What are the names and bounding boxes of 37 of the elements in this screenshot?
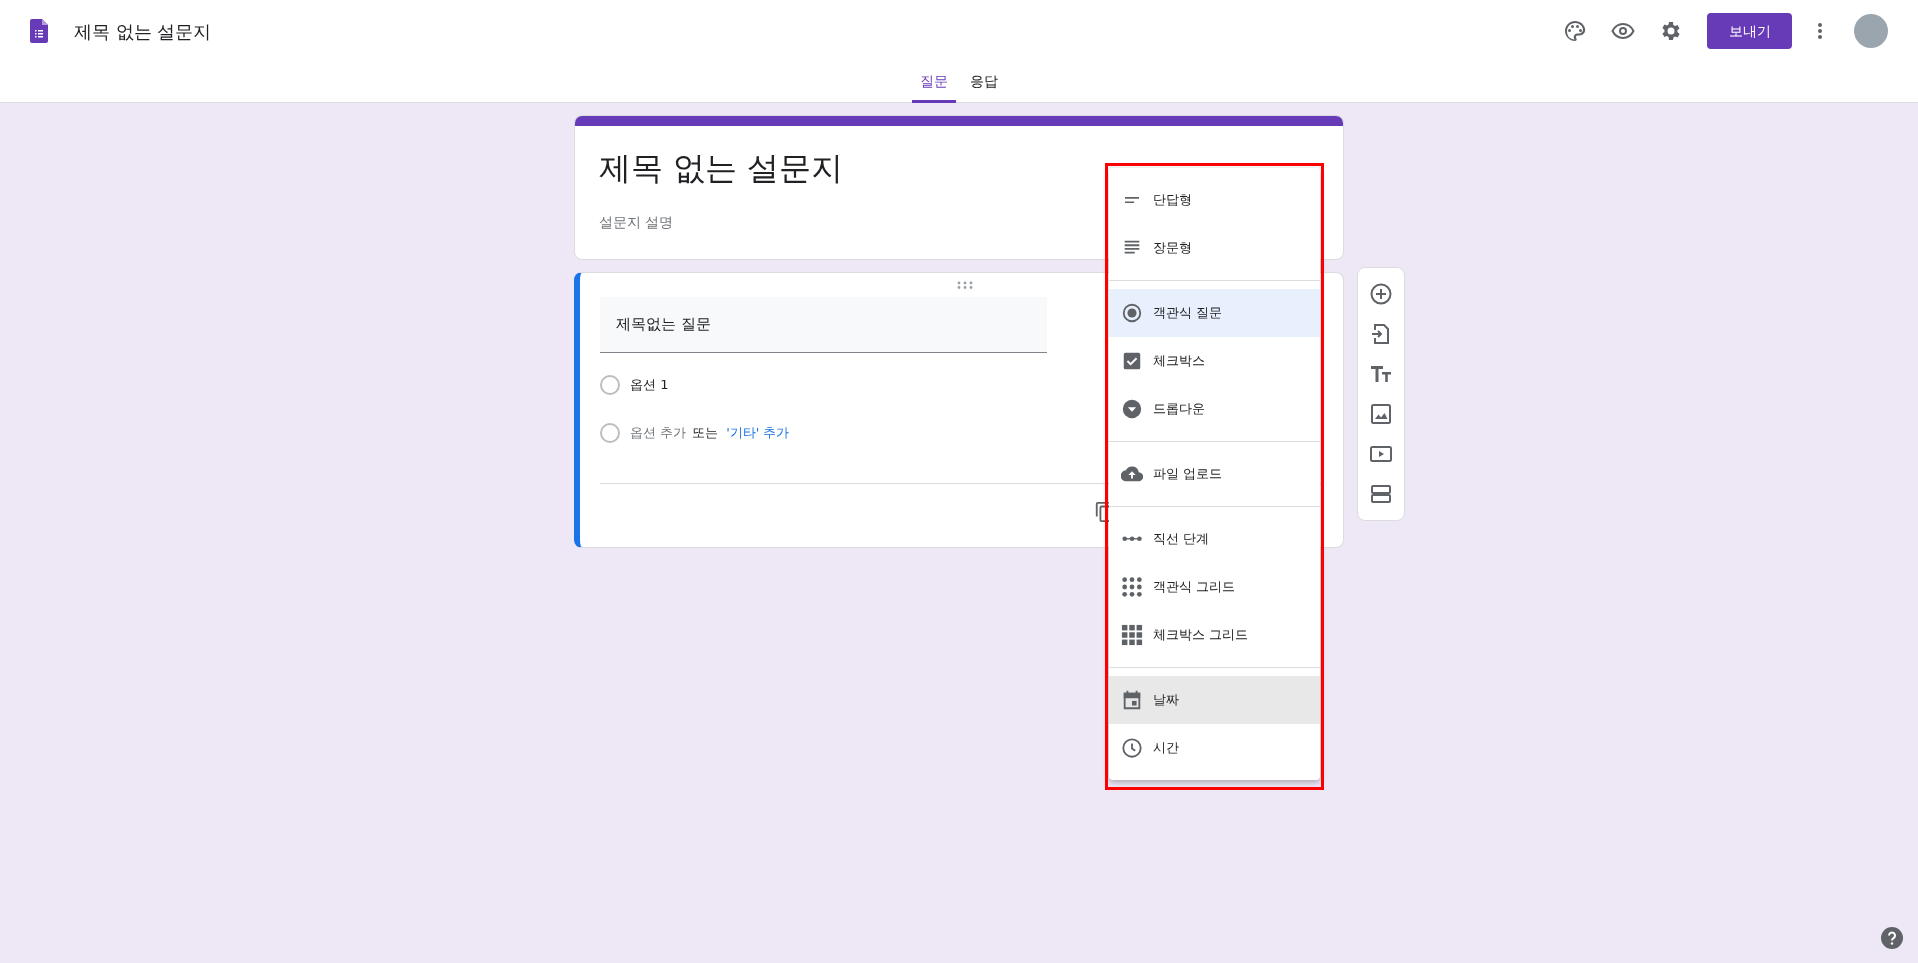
send-button[interactable]: 보내기 xyxy=(1707,13,1792,49)
question-title-field[interactable]: 제목없는 질문 xyxy=(600,297,1047,353)
dot-grid-icon xyxy=(1121,576,1143,598)
drag-handle-icon[interactable] xyxy=(957,281,973,289)
square-grid-icon xyxy=(1121,624,1143,646)
menu-item[interactable]: 객관식 그리드 xyxy=(1109,563,1320,611)
menu-item[interactable]: 장문형 xyxy=(1109,224,1320,272)
add-option-field[interactable]: 옵션 추가 xyxy=(630,423,687,443)
menu-item[interactable]: 날짜 xyxy=(1109,676,1320,724)
tab[interactable]: 응답 xyxy=(962,62,1006,103)
checkbox-icon xyxy=(1121,350,1143,372)
menu-item[interactable]: 체크박스 xyxy=(1109,337,1320,385)
linear-scale-icon xyxy=(1121,536,1143,542)
forms-logo-icon[interactable] xyxy=(30,19,48,43)
menu-item[interactable]: 체크박스 그리드 xyxy=(1109,611,1320,659)
dropdown-circle-icon xyxy=(1121,398,1143,420)
menu-item[interactable]: 단답형 xyxy=(1109,176,1320,224)
section-icon[interactable] xyxy=(1369,482,1393,506)
menu-item[interactable]: 시간 xyxy=(1109,724,1320,772)
menu-item[interactable]: 객관식 질문 xyxy=(1109,289,1320,337)
clock-icon xyxy=(1121,737,1143,759)
radio-button-icon xyxy=(1121,302,1143,324)
document-title[interactable]: 제목 없는 설문지 xyxy=(74,17,212,45)
add-other-link[interactable]: '기타' 추가 xyxy=(726,423,790,443)
more-options-icon[interactable] xyxy=(1818,23,1822,39)
calendar-icon xyxy=(1121,689,1143,711)
image-icon[interactable] xyxy=(1369,402,1393,426)
tab[interactable]: 질문 xyxy=(912,62,956,103)
short-lines-icon xyxy=(1124,196,1140,204)
menu-item[interactable]: 직선 단계 xyxy=(1109,515,1320,563)
or-text: 또는 xyxy=(692,424,719,443)
option-label[interactable]: 옵션 1 xyxy=(630,375,669,395)
menu-item[interactable]: 드롭다운 xyxy=(1109,385,1320,433)
menu-item[interactable]: 파일 업로드 xyxy=(1109,450,1320,498)
help-icon[interactable] xyxy=(1881,927,1903,949)
add-circle-icon[interactable] xyxy=(1369,282,1393,306)
palette-icon[interactable] xyxy=(1563,19,1587,43)
